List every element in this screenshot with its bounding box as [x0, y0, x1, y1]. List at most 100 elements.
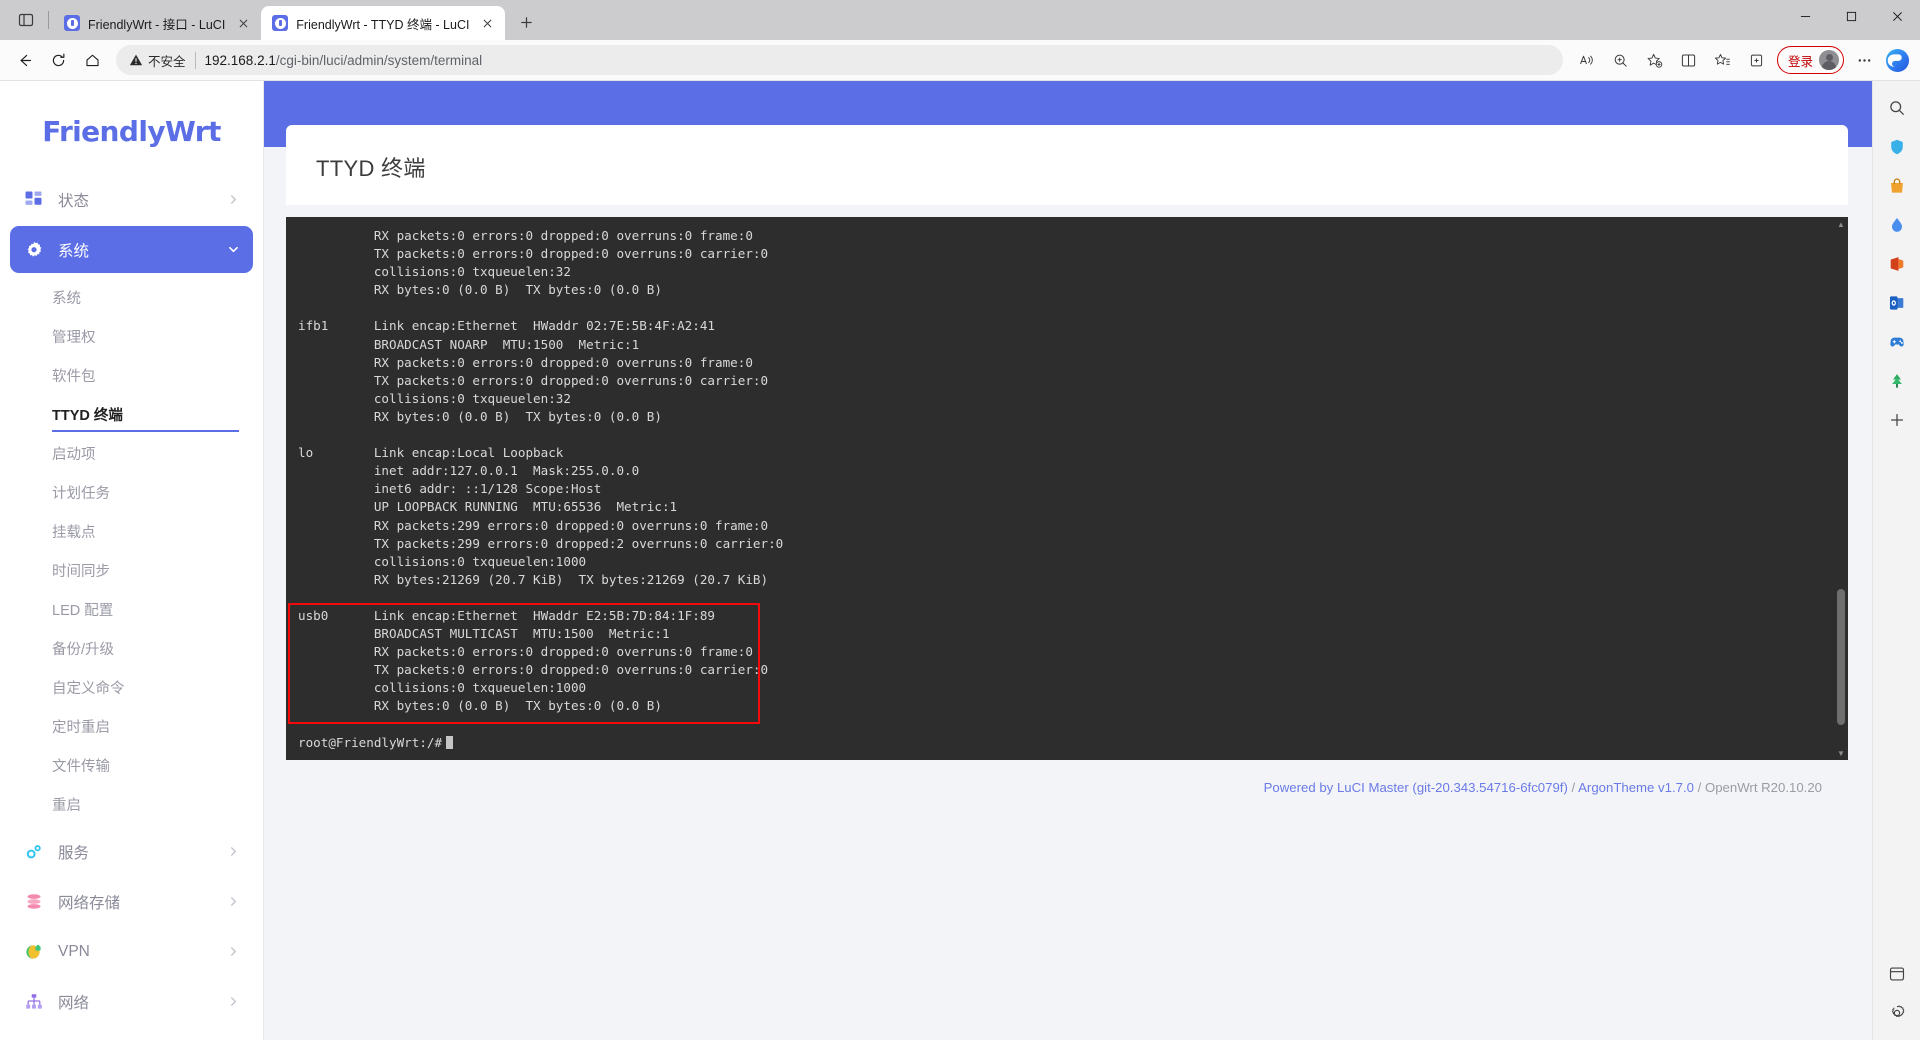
rail-outlook-button[interactable]: [1880, 286, 1914, 320]
terminal-prompt-line[interactable]: root@FriendlyWrt:/#: [298, 734, 1834, 752]
minimize-button[interactable]: [1782, 0, 1828, 32]
vpn-icon: [24, 942, 44, 962]
rail-search-button[interactable]: [1880, 91, 1914, 125]
sidebar-subitem-file-transfer[interactable]: 文件传输: [10, 746, 253, 785]
footer-separator-1: /: [1567, 780, 1579, 795]
services-icon: [24, 842, 44, 862]
page-area: FriendlyWrt 状态 系统 系统 管理权 软件包 TTYD 终端 启动项…: [0, 81, 1920, 1040]
collections-button[interactable]: [1741, 44, 1773, 76]
sidebar-item-label: 网络存储: [58, 894, 121, 912]
sidebar-subitem-led-config[interactable]: LED 配置: [10, 590, 253, 629]
sidebar-subitem-startup[interactable]: 启动项: [10, 434, 253, 473]
scrollbar-thumb[interactable]: [1837, 589, 1845, 725]
add-favorite-button[interactable]: [1639, 44, 1671, 76]
sidebar-item-services[interactable]: 服务: [10, 828, 253, 875]
read-aloud-button[interactable]: [1571, 44, 1603, 76]
sign-in-button[interactable]: 登录: [1776, 46, 1844, 74]
sidebar-subitem-backup-upgrade[interactable]: 备份/升级: [10, 629, 253, 668]
chevron-right-icon: [227, 195, 239, 204]
security-indicator[interactable]: 不安全: [129, 51, 186, 70]
add-favorite-icon: [1648, 53, 1663, 68]
sidebar-subitem-system[interactable]: 系统: [10, 278, 253, 317]
rail-drop-button[interactable]: [1880, 208, 1914, 242]
browser-tab-0[interactable]: FriendlyWrt - 接口 - LuCI: [53, 6, 261, 40]
rail-shield-button[interactable]: [1880, 130, 1914, 164]
brand-logo[interactable]: FriendlyWrt: [0, 81, 263, 176]
copilot-icon: [1885, 48, 1909, 72]
footer-luci-link[interactable]: Powered by LuCI Master (git-20.343.54716…: [1264, 780, 1568, 795]
new-tab-button[interactable]: [511, 7, 541, 37]
terminal-line: collisions:0 txqueuelen:1000: [298, 553, 587, 569]
sidebar-subitem-admin[interactable]: 管理权: [10, 317, 253, 356]
sidebar-item-network[interactable]: 网络: [10, 978, 253, 1025]
tab-strip: FriendlyWrt - 接口 - LuCI FriendlyWrt - TT…: [0, 0, 1920, 40]
url-path: /cgi-bin/luci/admin/system/terminal: [275, 52, 483, 68]
sidebar-subitem-scheduled-reboot[interactable]: 定时重启: [10, 707, 253, 746]
more-settings-icon: [1858, 58, 1870, 62]
rail-bottom-group: [1880, 957, 1914, 1040]
favorites-list-icon: [1715, 53, 1731, 65]
maximize-button[interactable]: [1828, 0, 1874, 32]
favorites-button[interactable]: [1707, 44, 1739, 76]
terminal-output[interactable]: RX packets:0 errors:0 dropped:0 overruns…: [286, 217, 1834, 760]
window-close-button[interactable]: [1874, 0, 1920, 32]
home-icon: [85, 54, 99, 66]
more-settings-button[interactable]: [1848, 44, 1880, 76]
refresh-button[interactable]: [42, 44, 74, 76]
web-viewport: FriendlyWrt 状态 系统 系统 管理权 软件包 TTYD 终端 启动项…: [0, 81, 1872, 1040]
split-screen-button[interactable]: [1673, 44, 1705, 76]
home-button[interactable]: [76, 44, 108, 76]
sidebar-subitem-reboot[interactable]: 重启: [10, 785, 253, 824]
sidebar-subitem-time-sync[interactable]: 时间同步: [10, 551, 253, 590]
tab-close-button[interactable]: [477, 13, 497, 33]
avatar: [1819, 50, 1839, 70]
chevron-right-icon: [227, 897, 239, 906]
terminal-line: RX bytes:0 (0.0 B) TX bytes:0 (0.0 B): [298, 408, 662, 424]
sidebar-item-bandwidth-monitor[interactable]: 带宽监控: [10, 1028, 253, 1040]
search-icon: [1889, 101, 1904, 115]
terminal-line: TX packets:0 errors:0 dropped:0 overruns…: [298, 372, 769, 388]
sidebar-subitem-packages[interactable]: 软件包: [10, 356, 253, 395]
security-label: 不安全: [148, 54, 186, 69]
games-icon: [1889, 337, 1904, 347]
tab-list-icon: [18, 13, 34, 27]
address-bar[interactable]: 不安全 192.168.2.1/cgi-bin/luci/admin/syste…: [116, 45, 1563, 75]
browser-essentials-icon: [1889, 967, 1904, 981]
sidebar-subitem-ttyd-terminal[interactable]: TTYD 终端: [10, 395, 253, 434]
scroll-down-arrow-icon[interactable]: ▼: [1834, 746, 1848, 760]
terminal-line: TX packets:299 errors:0 dropped:2 overru…: [298, 535, 784, 551]
rail-office-button[interactable]: [1880, 247, 1914, 281]
rail-add-button[interactable]: [1880, 403, 1914, 437]
rail-tree-button[interactable]: [1880, 364, 1914, 398]
terminal-prompt: root@FriendlyWrt:/#: [298, 734, 443, 750]
rail-shopping-button[interactable]: [1880, 169, 1914, 203]
terminal-line: collisions:0 txqueuelen:32: [298, 390, 571, 406]
back-button[interactable]: [8, 44, 40, 76]
close-icon: [1892, 11, 1902, 21]
sidebar-item-system[interactable]: 系统: [10, 226, 253, 273]
tab-title: FriendlyWrt - TTYD 终端 - LuCI: [296, 17, 470, 32]
sidebar-item-status[interactable]: 状态: [10, 176, 253, 223]
sidebar-subitem-scheduled-tasks[interactable]: 计划任务: [10, 473, 253, 512]
terminal-line: inet addr:127.0.0.1 Mask:255.0.0.0: [298, 463, 640, 479]
rail-browser-essentials-button[interactable]: [1880, 957, 1914, 991]
browser-tab-1[interactable]: FriendlyWrt - TTYD 终端 - LuCI: [261, 6, 506, 40]
scroll-up-arrow-icon[interactable]: ▲: [1834, 217, 1848, 231]
ttyd-terminal-panel[interactable]: RX packets:0 errors:0 dropped:0 overruns…: [286, 217, 1848, 760]
sidebar-subitem-custom-commands[interactable]: 自定义命令: [10, 668, 253, 707]
zoom-button[interactable]: [1605, 44, 1637, 76]
tab-close-button[interactable]: [233, 13, 253, 33]
terminal-line: inet6 addr: ::1/128 Scope:Host: [298, 481, 602, 497]
sidebar-subitem-mount-points[interactable]: 挂载点: [10, 512, 253, 551]
sidebar-item-network-storage[interactable]: 网络存储: [10, 878, 253, 925]
rail-games-button[interactable]: [1880, 325, 1914, 359]
footer-theme-link[interactable]: ArgonTheme v1.7.0: [1578, 780, 1694, 795]
terminal-scrollbar[interactable]: ▲ ▼: [1834, 217, 1848, 760]
terminal-cursor: [446, 735, 454, 749]
sidebar-item-vpn[interactable]: VPN: [10, 928, 253, 975]
rail-settings-button[interactable]: [1880, 996, 1914, 1030]
copilot-button[interactable]: [1882, 45, 1912, 75]
read-aloud-icon: [1580, 54, 1594, 65]
tab-actions-menu-button[interactable]: [8, 3, 44, 37]
sidebar-item-label: VPN: [58, 942, 90, 960]
